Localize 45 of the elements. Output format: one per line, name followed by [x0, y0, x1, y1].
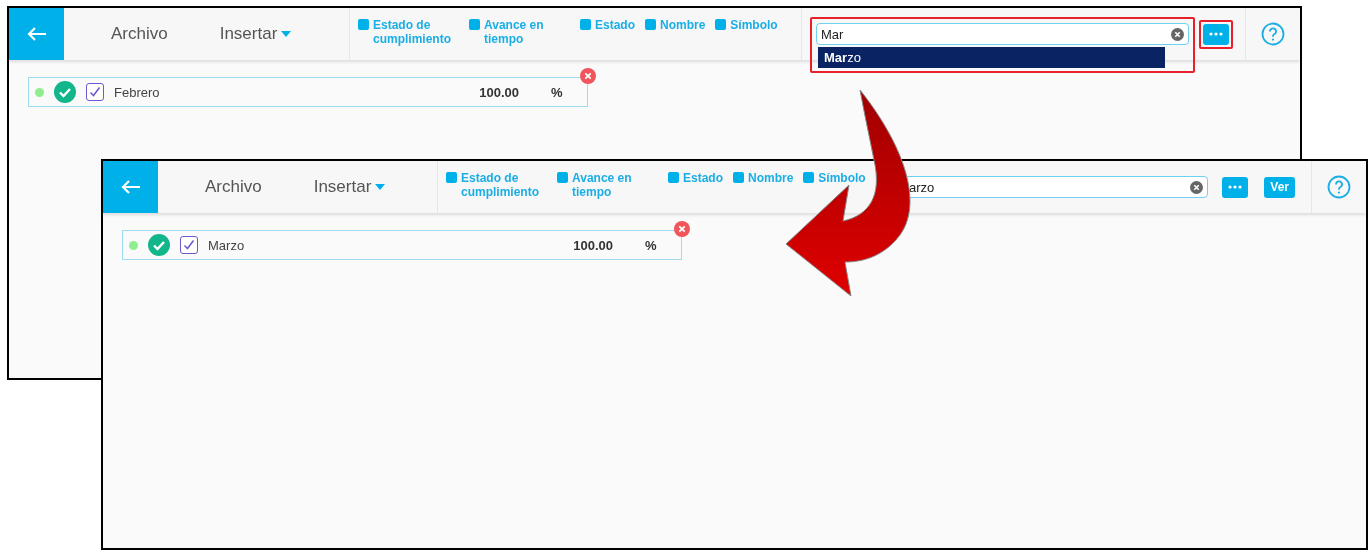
- menu-item[interactable]: Insertar: [313, 177, 386, 197]
- close-icon[interactable]: [580, 68, 596, 84]
- dots-icon: [1228, 185, 1243, 189]
- toggle-checkbox[interactable]: [645, 19, 656, 30]
- toggle-checkbox[interactable]: [358, 19, 369, 30]
- more-button[interactable]: [1222, 176, 1249, 198]
- indicator-row[interactable]: Marzo 100.00 %: [122, 230, 682, 260]
- clear-icon[interactable]: [1190, 180, 1204, 194]
- indicator-name: Febrero: [114, 84, 161, 100]
- toggle-checkbox[interactable]: [580, 19, 591, 30]
- indicator-value: 100.00: [479, 84, 519, 100]
- checkmark-icon: [89, 86, 101, 98]
- suggestion-item[interactable]: Marzo: [818, 47, 1165, 68]
- indicator-name: Marzo: [208, 237, 246, 253]
- toggle-checkbox[interactable]: [715, 19, 727, 30]
- menu-item[interactable]: Insertar: [219, 24, 292, 44]
- dots-icon: [1209, 32, 1223, 36]
- clear-icon[interactable]: [1171, 27, 1184, 41]
- help-icon[interactable]: [1327, 175, 1351, 199]
- checkmark-icon: [183, 239, 195, 251]
- search-field[interactable]: arzo: [909, 179, 1191, 195]
- toggle-checkbox[interactable]: [668, 172, 679, 183]
- toggle-checkbox[interactable]: [446, 172, 457, 183]
- back-arrow-icon: [120, 179, 141, 195]
- help-icon[interactable]: [1261, 22, 1285, 46]
- search-field[interactable]: Mar: [821, 26, 1171, 42]
- check-circle-icon: [148, 234, 170, 256]
- menu-item[interactable]: Archivo: [111, 24, 168, 44]
- back-button[interactable]: [103, 161, 158, 213]
- unit-label: %: [551, 84, 564, 100]
- check-circle-icon: [54, 81, 76, 103]
- back-button[interactable]: [9, 8, 64, 60]
- toggle-checkbox[interactable]: [557, 172, 568, 183]
- search-box[interactable]: Mar: [816, 23, 1189, 45]
- indicator-row[interactable]: Febrero 100.00 %: [28, 77, 588, 107]
- back-arrow-icon: [26, 26, 47, 42]
- toggle-checkbox[interactable]: [469, 19, 480, 30]
- menu-item[interactable]: Archivo: [205, 177, 262, 197]
- indicator-value: 100.00: [573, 237, 613, 253]
- checkbox[interactable]: [86, 83, 104, 101]
- close-icon[interactable]: [674, 221, 690, 237]
- toggle-checkbox[interactable]: [803, 172, 815, 183]
- toggle-checkbox[interactable]: [733, 172, 744, 183]
- checkbox[interactable]: [180, 236, 198, 254]
- unit-label: %: [645, 237, 658, 253]
